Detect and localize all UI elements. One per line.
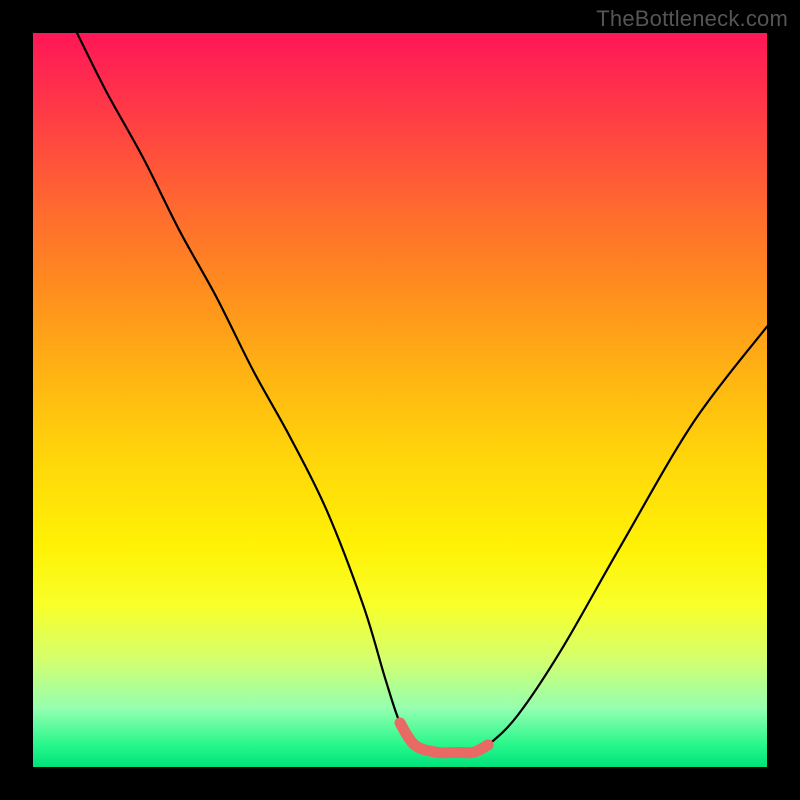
plot-area — [33, 33, 767, 767]
curve-black — [77, 33, 767, 753]
chart-frame: TheBottleneck.com — [0, 0, 800, 800]
watermark-text: TheBottleneck.com — [596, 6, 788, 32]
chart-svg — [33, 33, 767, 767]
curve-red-floor — [400, 723, 488, 753]
